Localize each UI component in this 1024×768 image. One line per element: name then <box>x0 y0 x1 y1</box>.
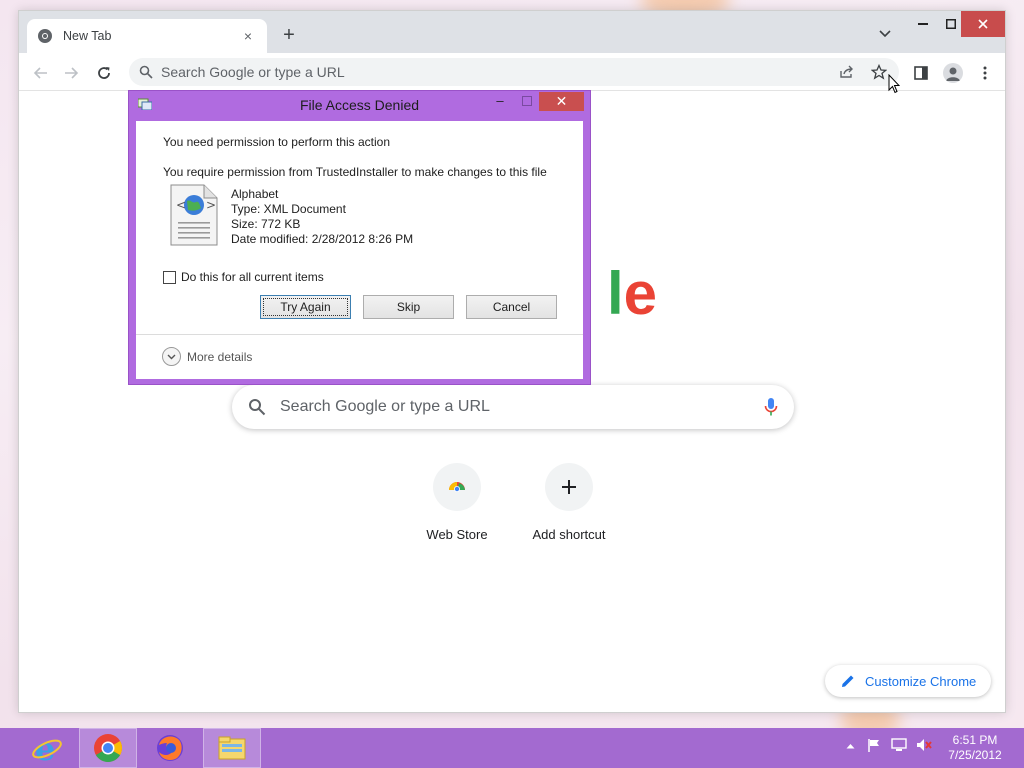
shortcut-web-store[interactable]: Web Store <box>402 463 512 542</box>
share-icon[interactable] <box>837 62 857 82</box>
search-icon <box>139 65 153 79</box>
shortcut-label: Web Store <box>426 527 488 542</box>
new-tab-button[interactable]: + <box>277 23 301 47</box>
ntp-search-placeholder: Search Google or type a URL <box>280 398 490 415</box>
dialog-heading: You need permission to perform this acti… <box>163 135 391 149</box>
dialog-body: You need permission to perform this acti… <box>136 121 583 379</box>
tab-title: New Tab <box>63 29 112 43</box>
chrome-icon <box>94 734 122 762</box>
dialog-title-bar[interactable]: File Access Denied – ✕ <box>129 91 590 119</box>
customize-chrome-label: Customize Chrome <box>865 673 977 689</box>
chrome-favicon-icon <box>38 29 52 43</box>
clock-date: 7/25/2012 <box>948 748 1002 762</box>
chrome-web-store-icon <box>433 463 481 511</box>
google-logo: le <box>607 259 657 329</box>
more-details-label: More details <box>187 349 253 364</box>
cancel-button[interactable]: Cancel <box>466 295 557 319</box>
dialog-maximize-button[interactable] <box>518 93 536 111</box>
network-icon[interactable] <box>891 738 907 755</box>
customize-chrome-button[interactable]: Customize Chrome <box>825 665 991 697</box>
tab-new-tab[interactable]: New Tab × <box>27 19 267 53</box>
svg-text:>: > <box>206 198 216 212</box>
mouse-cursor-icon <box>888 74 900 94</box>
window-close-button[interactable] <box>961 11 1005 37</box>
kebab-menu-icon[interactable] <box>973 61 997 85</box>
more-details-toggle[interactable]: More details <box>162 347 252 366</box>
taskbar: e 6:51 PM 7/25/2012 <box>0 728 1024 768</box>
file-type: Type: XML Document <box>231 202 346 216</box>
address-bar-placeholder: Search Google or type a URL <box>161 64 345 80</box>
file-access-denied-dialog: File Access Denied – ✕ You need permissi… <box>128 90 591 385</box>
firefox-icon <box>157 735 183 761</box>
shortcut-add[interactable]: Add shortcut <box>514 463 624 542</box>
skip-button[interactable]: Skip <box>363 295 454 319</box>
taskbar-clock[interactable]: 6:51 PM 7/25/2012 <box>940 733 1010 763</box>
reload-icon[interactable] <box>92 61 116 85</box>
tab-close-icon[interactable]: × <box>239 28 257 44</box>
pencil-icon <box>842 675 854 687</box>
browser-toolbar: Search Google or type a URL <box>19 53 1005 91</box>
google-logo-l: l <box>607 260 624 327</box>
apply-to-all-label[interactable]: Do this for all current items <box>181 270 324 284</box>
tab-strip: New Tab × + <box>19 11 1005 53</box>
dialog-message: You require permission from TrustedInsta… <box>163 165 547 179</box>
chevron-down-icon <box>162 347 181 366</box>
bookmark-star-icon[interactable] <box>869 62 889 82</box>
xml-file-icon: < > <box>170 184 218 246</box>
try-again-button[interactable]: Try Again <box>260 295 351 319</box>
apply-to-all-checkbox[interactable] <box>163 271 176 284</box>
volume-muted-icon[interactable] <box>916 738 932 755</box>
action-center-flag-icon[interactable] <box>867 738 881 756</box>
ntp-search-box[interactable]: Search Google or type a URL <box>232 385 794 429</box>
file-name: Alphabet <box>231 187 279 201</box>
taskbar-file-explorer[interactable] <box>203 728 261 768</box>
voice-search-mic-icon[interactable] <box>764 397 778 417</box>
taskbar-chrome[interactable] <box>79 728 137 768</box>
file-date-modified: Date modified: 2/28/2012 8:26 PM <box>231 232 414 246</box>
clock-time: 6:51 PM <box>952 733 998 747</box>
tab-search-chevron-icon[interactable] <box>875 25 895 43</box>
internet-explorer-icon: e <box>32 732 62 764</box>
profile-avatar-icon[interactable] <box>941 61 965 85</box>
dialog-minimize-button[interactable]: – <box>491 93 509 111</box>
file-size: Size: 772 KB <box>231 217 301 231</box>
dialog-divider <box>136 334 583 335</box>
taskbar-firefox[interactable] <box>141 728 199 768</box>
google-logo-e: e <box>623 260 658 327</box>
file-explorer-icon <box>218 736 246 760</box>
dialog-close-button[interactable]: ✕ <box>539 92 584 111</box>
side-panel-icon[interactable] <box>909 61 933 85</box>
shortcut-label: Add shortcut <box>532 527 606 542</box>
file-info: Alphabet Type: XML Document Size: 772 KB… <box>231 187 413 247</box>
svg-text:<: < <box>176 198 186 212</box>
show-hidden-icons-icon[interactable] <box>846 738 855 752</box>
back-arrow-icon[interactable] <box>29 61 53 85</box>
search-icon <box>249 399 266 416</box>
address-bar[interactable]: Search Google or type a URL <box>129 58 899 86</box>
plus-icon <box>545 463 593 511</box>
taskbar-internet-explorer[interactable]: e <box>18 728 76 768</box>
forward-arrow-icon[interactable] <box>59 61 83 85</box>
